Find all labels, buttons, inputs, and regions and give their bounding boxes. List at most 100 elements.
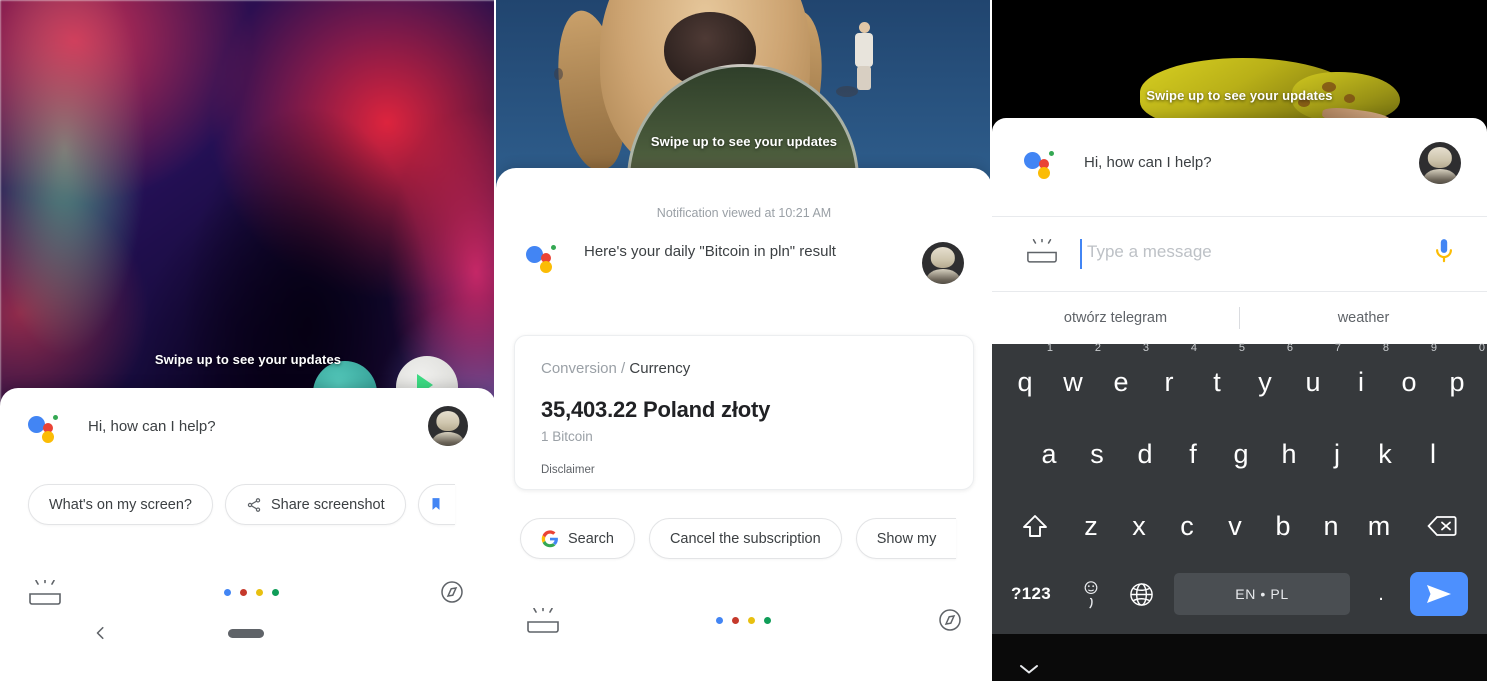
chip-cancel-subscription[interactable]: Cancel the subscription [648, 518, 842, 559]
key-label: o [1401, 366, 1417, 397]
swipe-up-hint: Swipe up to see your updates [650, 134, 838, 149]
key-r[interactable]: r 4 [1150, 342, 1198, 408]
key-label: y [1258, 366, 1272, 397]
chip-show-my[interactable]: Show my [855, 518, 957, 559]
key-a[interactable]: a [1030, 428, 1068, 480]
user-avatar[interactable] [922, 242, 964, 284]
key-y[interactable]: y 6 [1246, 342, 1293, 408]
symbols-key[interactable]: ?123 [1002, 570, 1060, 618]
key-p[interactable]: p 0 [1438, 342, 1485, 408]
key-e[interactable]: e 3 [1102, 342, 1149, 408]
card-kicker-prefix: Conversion [541, 360, 617, 377]
keyboard-icon[interactable] [1026, 238, 1060, 265]
phone-screen-assistant-keyboard: Swipe up to see your updates Hi, how can… [992, 0, 1487, 681]
on-screen-keyboard: q 1 w 2 e 3 r 4 t 5 y 6 u 7 i 8 o 9 p 0 … [992, 342, 1487, 634]
key-label: v [1228, 510, 1242, 541]
key-j[interactable]: j [1318, 428, 1356, 480]
user-avatar[interactable] [1419, 142, 1461, 184]
assistant-sheet: Hi, how can I help? What's on my screen?… [0, 388, 496, 681]
key-n[interactable]: n [1312, 500, 1350, 552]
swipe-up-hint: Swipe up to see your updates [1146, 88, 1333, 103]
compass-icon[interactable] [938, 608, 962, 632]
suggestion-weather[interactable]: weather [1240, 310, 1487, 326]
key-label: s [1090, 438, 1104, 469]
chip-search[interactable]: Search [520, 518, 635, 559]
key-k[interactable]: k [1366, 428, 1404, 480]
key-label: h [1281, 438, 1297, 469]
key-label: u [1305, 366, 1321, 397]
message-input-row[interactable]: Type a message [992, 217, 1487, 291]
send-icon[interactable] [1410, 572, 1468, 616]
key-m[interactable]: m [1360, 500, 1398, 552]
keyboard-icon[interactable] [28, 578, 62, 606]
swipe-up-hint: Swipe up to see your updates [154, 352, 342, 367]
key-f[interactable]: f [1174, 428, 1212, 480]
key-g[interactable]: g [1222, 428, 1260, 480]
phone-screen-assistant-home: Swipe up to see your updates Hi, how can… [0, 0, 496, 681]
key-h[interactable]: h [1270, 428, 1308, 480]
assistant-greeting-row: Hi, how can I help? [0, 388, 496, 474]
key-label: g [1233, 438, 1249, 469]
bookmark-icon [429, 497, 445, 513]
shift-icon[interactable] [1014, 500, 1056, 552]
key-label: p [1449, 366, 1465, 397]
backspace-icon[interactable] [1420, 500, 1464, 552]
microphone-icon[interactable] [1433, 237, 1455, 267]
currency-conversion-card[interactable]: Conversion / Currency 35,403.22 Poland z… [514, 335, 974, 490]
key-x[interactable]: x [1120, 500, 1158, 552]
key-l[interactable]: l [1414, 428, 1452, 480]
compass-icon[interactable] [440, 580, 464, 604]
key-label: f [1189, 438, 1197, 469]
assistant-logo-icon [1024, 146, 1058, 179]
android-navigation-bar [0, 611, 496, 663]
disclaimer-link[interactable]: Disclaimer [541, 464, 595, 476]
spacebar[interactable]: EN • PL [1174, 573, 1350, 615]
chip-label: What's on my screen? [49, 496, 192, 513]
keyboard-icon[interactable] [526, 606, 560, 634]
assistant-message-row: Here's your daily "Bitcoin in pln" resul… [496, 168, 992, 284]
key-number: 1 [1046, 342, 1053, 354]
key-label: w [1063, 366, 1083, 397]
period-key[interactable]: . [1364, 570, 1398, 618]
assistant-message-text: Here's your daily "Bitcoin in pln" resul… [584, 243, 836, 260]
key-z[interactable]: z [1072, 500, 1110, 552]
key-number: 3 [1142, 342, 1149, 354]
key-q[interactable]: q 1 [1006, 342, 1053, 408]
conversion-subtext: 1 Bitcoin [541, 429, 593, 444]
android-navigation-bar [992, 634, 1487, 681]
key-d[interactable]: d [1126, 428, 1164, 480]
key-i[interactable]: i 8 [1342, 342, 1389, 408]
assistant-logo-icon [526, 240, 560, 273]
key-label: x [1132, 510, 1146, 541]
chip-share-screenshot[interactable]: Share screenshot [225, 484, 406, 525]
home-pill[interactable] [228, 629, 264, 638]
key-s[interactable]: s [1078, 428, 1116, 480]
globe-icon[interactable] [1120, 570, 1162, 618]
key-label: b [1275, 510, 1291, 541]
key-c[interactable]: c [1168, 500, 1206, 552]
key-label: k [1378, 438, 1392, 469]
key-w[interactable]: w 2 [1054, 342, 1101, 408]
chip-whats-on-my-screen[interactable]: What's on my screen? [28, 484, 213, 525]
share-icon [246, 497, 262, 513]
key-label: i [1358, 366, 1364, 397]
user-avatar[interactable] [428, 406, 468, 446]
back-chevron-icon[interactable] [94, 625, 108, 645]
key-label: m [1367, 510, 1391, 541]
key-b[interactable]: b [1264, 500, 1302, 552]
key-label: n [1323, 510, 1339, 541]
key-u[interactable]: u 7 [1294, 342, 1341, 408]
key-label: . [1378, 583, 1384, 605]
emoji-comma-key[interactable] [1072, 570, 1110, 618]
key-t[interactable]: t 5 [1198, 342, 1245, 408]
key-o[interactable]: o 9 [1390, 342, 1437, 408]
card-kicker: Conversion / Currency [541, 360, 690, 377]
chip-partial-next[interactable] [417, 484, 455, 525]
key-number: 2 [1094, 342, 1101, 354]
assistant-sheet: Hi, how can I help? Type a message otwór… [992, 118, 1487, 681]
message-placeholder: Type a message [1087, 242, 1212, 261]
key-label: l [1430, 438, 1436, 469]
key-v[interactable]: v [1216, 500, 1254, 552]
suggestion-otworz-telegram[interactable]: otwórz telegram [992, 310, 1239, 326]
chevron-down-icon[interactable] [1018, 662, 1040, 674]
